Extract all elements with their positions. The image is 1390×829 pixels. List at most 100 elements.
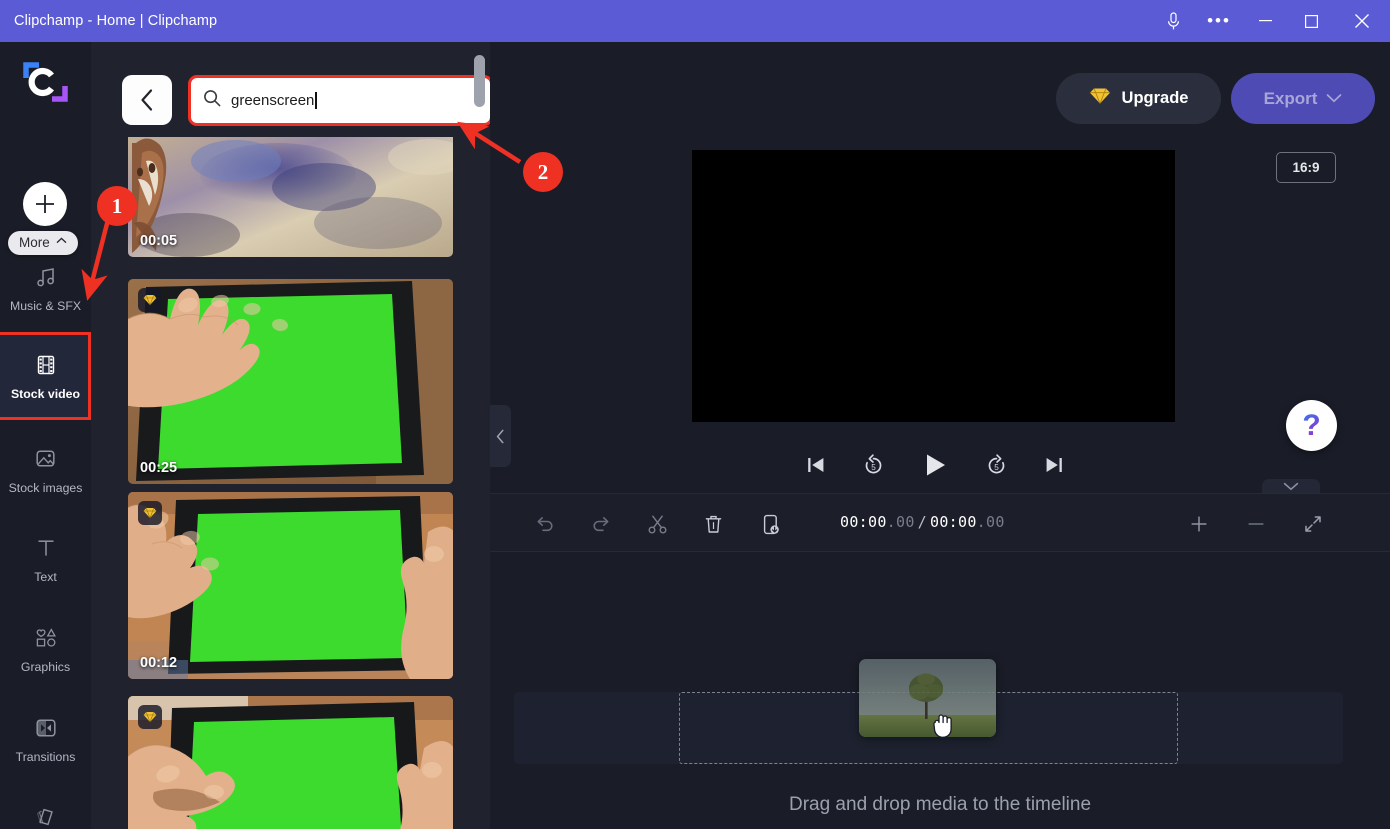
export-label: Export bbox=[1264, 89, 1318, 109]
chevron-up-icon bbox=[56, 236, 67, 247]
zoom-out-button[interactable] bbox=[1239, 507, 1273, 541]
annotation-badge-1: 1 bbox=[97, 186, 137, 226]
sidebar-label-transitions: Transitions bbox=[16, 750, 76, 764]
fit-screen-icon bbox=[1303, 514, 1323, 534]
grabbing-hand-cursor bbox=[930, 709, 956, 744]
clipchamp-app-window: Clipchamp - Home | Clipchamp ••• bbox=[0, 0, 1390, 829]
play-button[interactable] bbox=[920, 450, 950, 480]
annotation-badge-2-label: 2 bbox=[538, 160, 549, 185]
forward-5-button[interactable]: 5 bbox=[984, 453, 1009, 478]
sidebar-label-stock-images: Stock images bbox=[9, 481, 83, 495]
diamond-icon bbox=[143, 711, 157, 723]
result-thumbnail bbox=[128, 279, 453, 484]
redo-button[interactable] bbox=[584, 507, 618, 541]
timecode-separator: / bbox=[918, 513, 927, 531]
add-media-button[interactable] bbox=[23, 182, 67, 226]
aspect-ratio-button[interactable]: 16:9 bbox=[1276, 152, 1336, 183]
sidebar-item-text[interactable]: Text bbox=[0, 515, 91, 603]
maximize-icon[interactable] bbox=[1288, 0, 1334, 42]
editor-area: Upgrade Export 16:9 bbox=[490, 42, 1390, 829]
collapse-panel-handle[interactable] bbox=[490, 405, 511, 467]
clipchamp-logo bbox=[18, 56, 73, 108]
aspect-ratio-label: 16:9 bbox=[1292, 160, 1319, 175]
premium-badge bbox=[138, 705, 162, 729]
timeline-toolbar: 00:00.00/00:00.00 bbox=[490, 493, 1390, 552]
close-icon[interactable] bbox=[1334, 0, 1390, 42]
upgrade-label: Upgrade bbox=[1122, 89, 1189, 108]
plus-icon bbox=[34, 193, 56, 215]
microphone-icon[interactable] bbox=[1150, 0, 1196, 42]
delete-button[interactable] bbox=[696, 507, 730, 541]
timeline-hint-text: Drag and drop media to the timeline bbox=[490, 794, 1390, 816]
sidebar-item-music-sfx[interactable]: Music & SFX bbox=[0, 244, 91, 332]
timecode-display: 00:00.00/00:00.00 bbox=[840, 513, 1005, 531]
question-mark-icon: ? bbox=[1302, 411, 1320, 441]
dragged-media-thumbnail[interactable] bbox=[859, 659, 996, 737]
chevron-down-icon bbox=[1283, 482, 1299, 491]
sidebar-item-graphics[interactable]: Graphics bbox=[0, 605, 91, 693]
fit-to-screen-button[interactable] bbox=[1296, 507, 1330, 541]
back-button[interactable] bbox=[122, 75, 172, 125]
diamond-icon bbox=[1089, 87, 1111, 110]
sidebar-item-brand-kit[interactable]: Brand kit bbox=[0, 784, 91, 829]
current-time-frames: .00 bbox=[887, 513, 915, 531]
annotation-badge-1-label: 1 bbox=[112, 194, 123, 219]
result-duration: 00:05 bbox=[140, 233, 177, 249]
window-title: Clipchamp - Home | Clipchamp bbox=[14, 13, 217, 29]
total-time: 00:00 bbox=[930, 513, 977, 531]
premium-badge bbox=[138, 288, 162, 312]
results-list: 00:05 bbox=[91, 137, 490, 829]
trash-icon bbox=[704, 514, 723, 535]
title-bar: Clipchamp - Home | Clipchamp ••• bbox=[0, 0, 1390, 42]
list-item[interactable]: 00:12 bbox=[128, 696, 453, 829]
sidebar-item-stock-video[interactable]: Stock video bbox=[0, 332, 91, 420]
list-item[interactable]: 00:12 bbox=[128, 492, 453, 679]
chevron-left-icon bbox=[139, 88, 156, 112]
search-input[interactable]: greenscreen bbox=[188, 75, 490, 126]
video-preview-canvas[interactable] bbox=[692, 150, 1175, 422]
help-button[interactable]: ? bbox=[1286, 400, 1337, 451]
search-input-value: greenscreen bbox=[231, 92, 314, 109]
minimize-icon[interactable] bbox=[1242, 0, 1288, 42]
chevron-down-icon bbox=[1326, 90, 1342, 108]
ellipsis-icon[interactable]: ••• bbox=[1196, 0, 1242, 42]
zoom-in-button[interactable] bbox=[1182, 507, 1216, 541]
playback-controls: 5 5 bbox=[805, 440, 1065, 490]
list-item[interactable]: 00:05 bbox=[128, 127, 453, 257]
sidebar-label-text: Text bbox=[34, 570, 57, 584]
panel-scrollbar[interactable] bbox=[474, 48, 486, 829]
diamond-icon bbox=[143, 507, 157, 519]
undo-button[interactable] bbox=[528, 507, 562, 541]
music-note-icon bbox=[33, 264, 59, 290]
sidebar-item-stock-images[interactable]: Stock images bbox=[0, 426, 91, 514]
sidebar-label-music-sfx: Music & SFX bbox=[10, 299, 81, 313]
skip-to-end-button[interactable] bbox=[1043, 454, 1065, 476]
stock-video-results-panel: 00:05 bbox=[91, 42, 490, 829]
plus-icon bbox=[1189, 514, 1209, 534]
transitions-icon bbox=[33, 715, 59, 741]
window-controls: ••• bbox=[1150, 0, 1390, 42]
panel-scrollbar-thumb[interactable] bbox=[474, 55, 485, 107]
shapes-icon bbox=[33, 625, 59, 651]
diamond-icon bbox=[143, 294, 157, 306]
upgrade-button[interactable]: Upgrade bbox=[1056, 73, 1221, 124]
more-tooltip[interactable]: More bbox=[8, 231, 78, 255]
chevron-left-icon bbox=[496, 429, 505, 444]
export-button[interactable]: Export bbox=[1231, 73, 1375, 124]
scissors-icon bbox=[647, 514, 668, 535]
redo-icon bbox=[591, 514, 611, 534]
list-item[interactable]: 00:25 bbox=[128, 279, 453, 484]
svg-text:5: 5 bbox=[871, 463, 876, 472]
skip-to-start-button[interactable] bbox=[805, 454, 827, 476]
sidebar-label-graphics: Graphics bbox=[21, 660, 70, 674]
sidebar-item-transitions[interactable]: Transitions bbox=[0, 695, 91, 783]
export-frame-button[interactable] bbox=[753, 507, 787, 541]
brand-kit-icon bbox=[33, 804, 59, 829]
left-sidebar-rail: Music & SFX St bbox=[0, 42, 91, 829]
search-icon bbox=[203, 89, 221, 112]
split-button[interactable] bbox=[640, 507, 674, 541]
text-icon bbox=[33, 535, 59, 561]
timeline-body: Drag and drop media to the timeline bbox=[490, 552, 1390, 829]
result-thumbnail bbox=[128, 492, 453, 679]
rewind-5-button[interactable]: 5 bbox=[861, 453, 886, 478]
